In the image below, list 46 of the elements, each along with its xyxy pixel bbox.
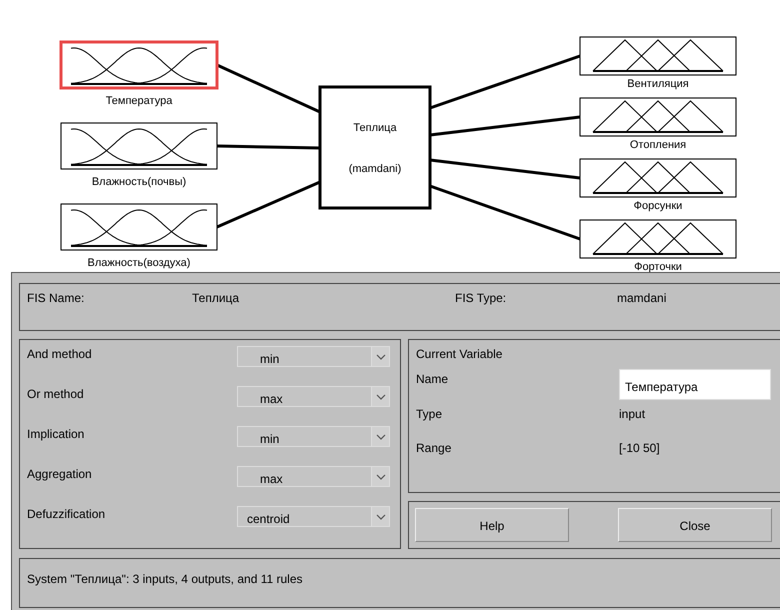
method-dropdown[interactable]: max (237, 386, 390, 407)
input-variable-label: Влажность(воздуха) (88, 257, 190, 269)
name-input-field[interactable]: Температура (619, 369, 771, 400)
fis-name-label: FIS Name: (27, 291, 86, 305)
method-label: Implication (27, 427, 84, 443)
output-variable-label: Вентиляция (627, 78, 689, 90)
input-variable-box[interactable] (60, 40, 218, 90)
close-button[interactable]: Close (618, 508, 772, 542)
help-button[interactable]: Help (415, 508, 569, 542)
input-variable-box[interactable] (60, 204, 218, 250)
output-variable-label: Форточки (634, 261, 682, 272)
caret-icon (376, 394, 386, 400)
method-dropdown[interactable]: centroid (237, 506, 390, 527)
method-label: Aggregation (27, 467, 92, 483)
method-label: Or method (27, 387, 84, 403)
range-value: [-10 50] (619, 441, 661, 455)
system-name: Теплица (353, 122, 397, 134)
section-title: Current Variable (416, 347, 504, 361)
input-variable-box[interactable] (60, 122, 218, 170)
type-value: input (619, 407, 646, 421)
output-variable-box[interactable] (580, 36, 736, 76)
input-variable-label: Температура (106, 95, 172, 107)
output-variable-label: Отопления (630, 139, 686, 151)
status-message: System "Теплица": 3 inputs, 4 outputs, and 11 rules (27, 572, 303, 586)
method-dropdown[interactable]: min (237, 426, 390, 447)
system-box[interactable] (318, 86, 432, 210)
field-label: Type (416, 407, 444, 421)
input-variable-label: Влажность(почвы) (92, 176, 186, 188)
fis-type-value: mamdani (617, 291, 668, 305)
fis-name-value: Теплица (192, 291, 240, 305)
field-label: Name (416, 372, 450, 386)
method-dropdown[interactable]: min (237, 346, 390, 367)
caret-icon (376, 354, 386, 360)
method-label: And method (27, 347, 92, 363)
output-variable-box[interactable] (580, 220, 736, 258)
caret-icon (376, 434, 386, 440)
caret-icon (376, 474, 386, 480)
method-dropdown[interactable]: max (237, 466, 390, 487)
system-type: (mamdani) (348, 163, 402, 175)
output-variable-label: Форсунки (634, 200, 682, 212)
output-variable-box[interactable] (580, 158, 736, 198)
method-label: Defuzzification (27, 507, 106, 523)
fis-type-label: FIS Type: (455, 291, 508, 305)
caret-icon (376, 514, 386, 520)
output-variable-box[interactable] (580, 98, 736, 136)
field-label: Range (416, 441, 452, 455)
